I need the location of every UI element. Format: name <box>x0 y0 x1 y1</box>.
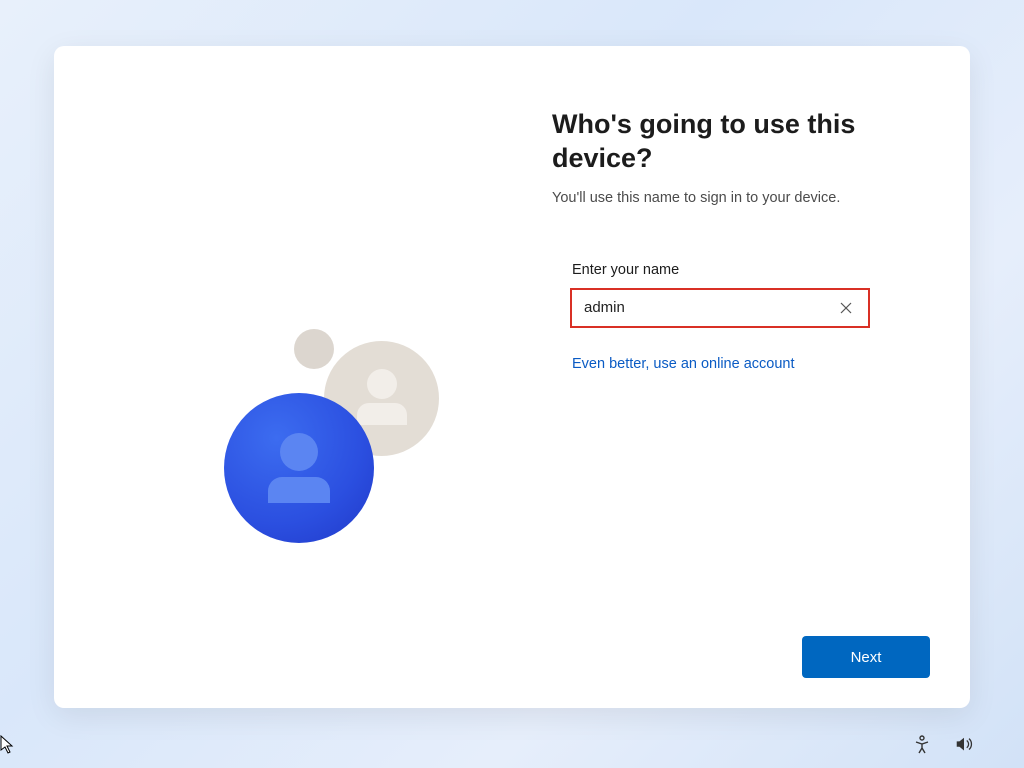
avatar-primary <box>224 393 374 543</box>
name-field-label: Enter your name <box>572 262 930 278</box>
page-title: Who's going to use this device? <box>552 108 930 176</box>
user-illustration <box>184 296 484 596</box>
clear-input-button[interactable] <box>834 296 858 320</box>
setup-window: Who's going to use this device? You'll u… <box>54 46 970 708</box>
accessibility-icon[interactable] <box>912 734 932 754</box>
name-input[interactable] <box>584 299 834 316</box>
close-icon <box>840 302 852 314</box>
form-pane: Who's going to use this device? You'll u… <box>512 46 970 708</box>
name-input-wrap[interactable] <box>570 288 870 328</box>
use-online-account-link[interactable]: Even better, use an online account <box>572 356 795 372</box>
taskbar-tray <box>912 734 974 754</box>
deco-circle-small <box>294 329 334 369</box>
next-button[interactable]: Next <box>802 636 930 678</box>
illustration-pane <box>54 46 512 708</box>
volume-icon[interactable] <box>954 734 974 754</box>
page-subtitle: You'll use this name to sign in to your … <box>552 190 930 206</box>
